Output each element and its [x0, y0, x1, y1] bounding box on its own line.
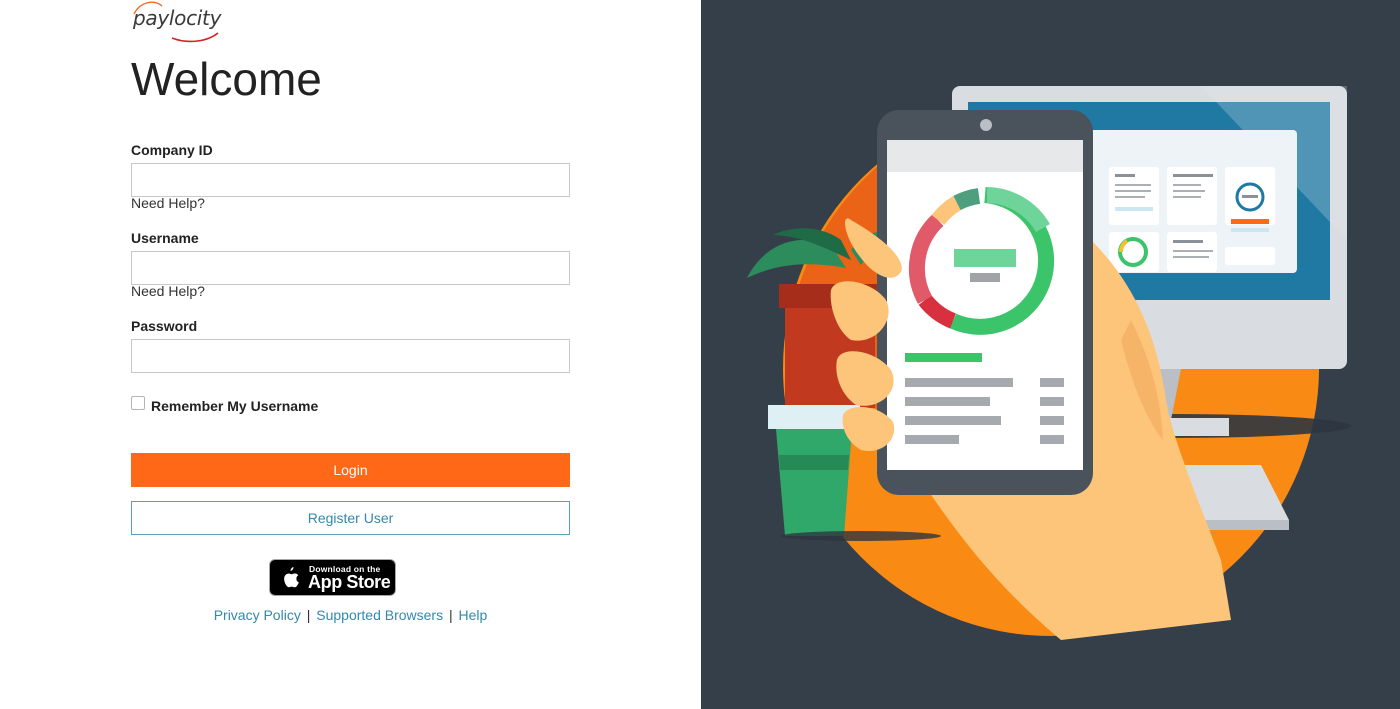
footer-links: Privacy Policy | Supported Browsers | He… [131, 607, 570, 623]
company-id-need-help-link[interactable]: Need Help? [131, 195, 205, 211]
help-link[interactable]: Help [459, 607, 488, 623]
login-page: paylocity Welcome Company ID Need Help? … [0, 0, 1400, 709]
app-store-badge[interactable]: Download on the App Store [269, 559, 396, 596]
cup [776, 429, 852, 536]
illustration-panel [701, 0, 1400, 709]
password-label: Password [131, 318, 198, 334]
username-label: Username [131, 230, 199, 246]
remember-username-label[interactable]: Remember My Username [151, 398, 318, 414]
app-store-line2: App Store [308, 572, 391, 592]
privacy-policy-link[interactable]: Privacy Policy [214, 607, 301, 623]
company-id-label: Company ID [131, 142, 213, 158]
username-need-help-link[interactable]: Need Help? [131, 283, 205, 299]
password-input[interactable] [131, 339, 570, 373]
remember-username-checkbox[interactable] [131, 396, 145, 410]
logo-text: paylocity [133, 6, 222, 30]
login-button[interactable]: Login [131, 453, 570, 487]
footer-separator: | [306, 607, 311, 623]
phone-camera [980, 119, 992, 131]
remember-username-row[interactable]: Remember My Username [131, 396, 318, 414]
register-user-button[interactable]: Register User [131, 501, 570, 535]
login-panel: paylocity Welcome Company ID Need Help? … [0, 0, 701, 709]
page-title: Welcome [131, 53, 322, 105]
username-input[interactable] [131, 251, 570, 285]
phone-dashboard-illustration [747, 86, 1351, 640]
footer-separator: | [448, 607, 453, 623]
paylocity-logo: paylocity [132, 0, 222, 44]
company-id-input[interactable] [131, 163, 570, 197]
apple-icon [284, 567, 299, 588]
supported-browsers-link[interactable]: Supported Browsers [316, 607, 443, 623]
